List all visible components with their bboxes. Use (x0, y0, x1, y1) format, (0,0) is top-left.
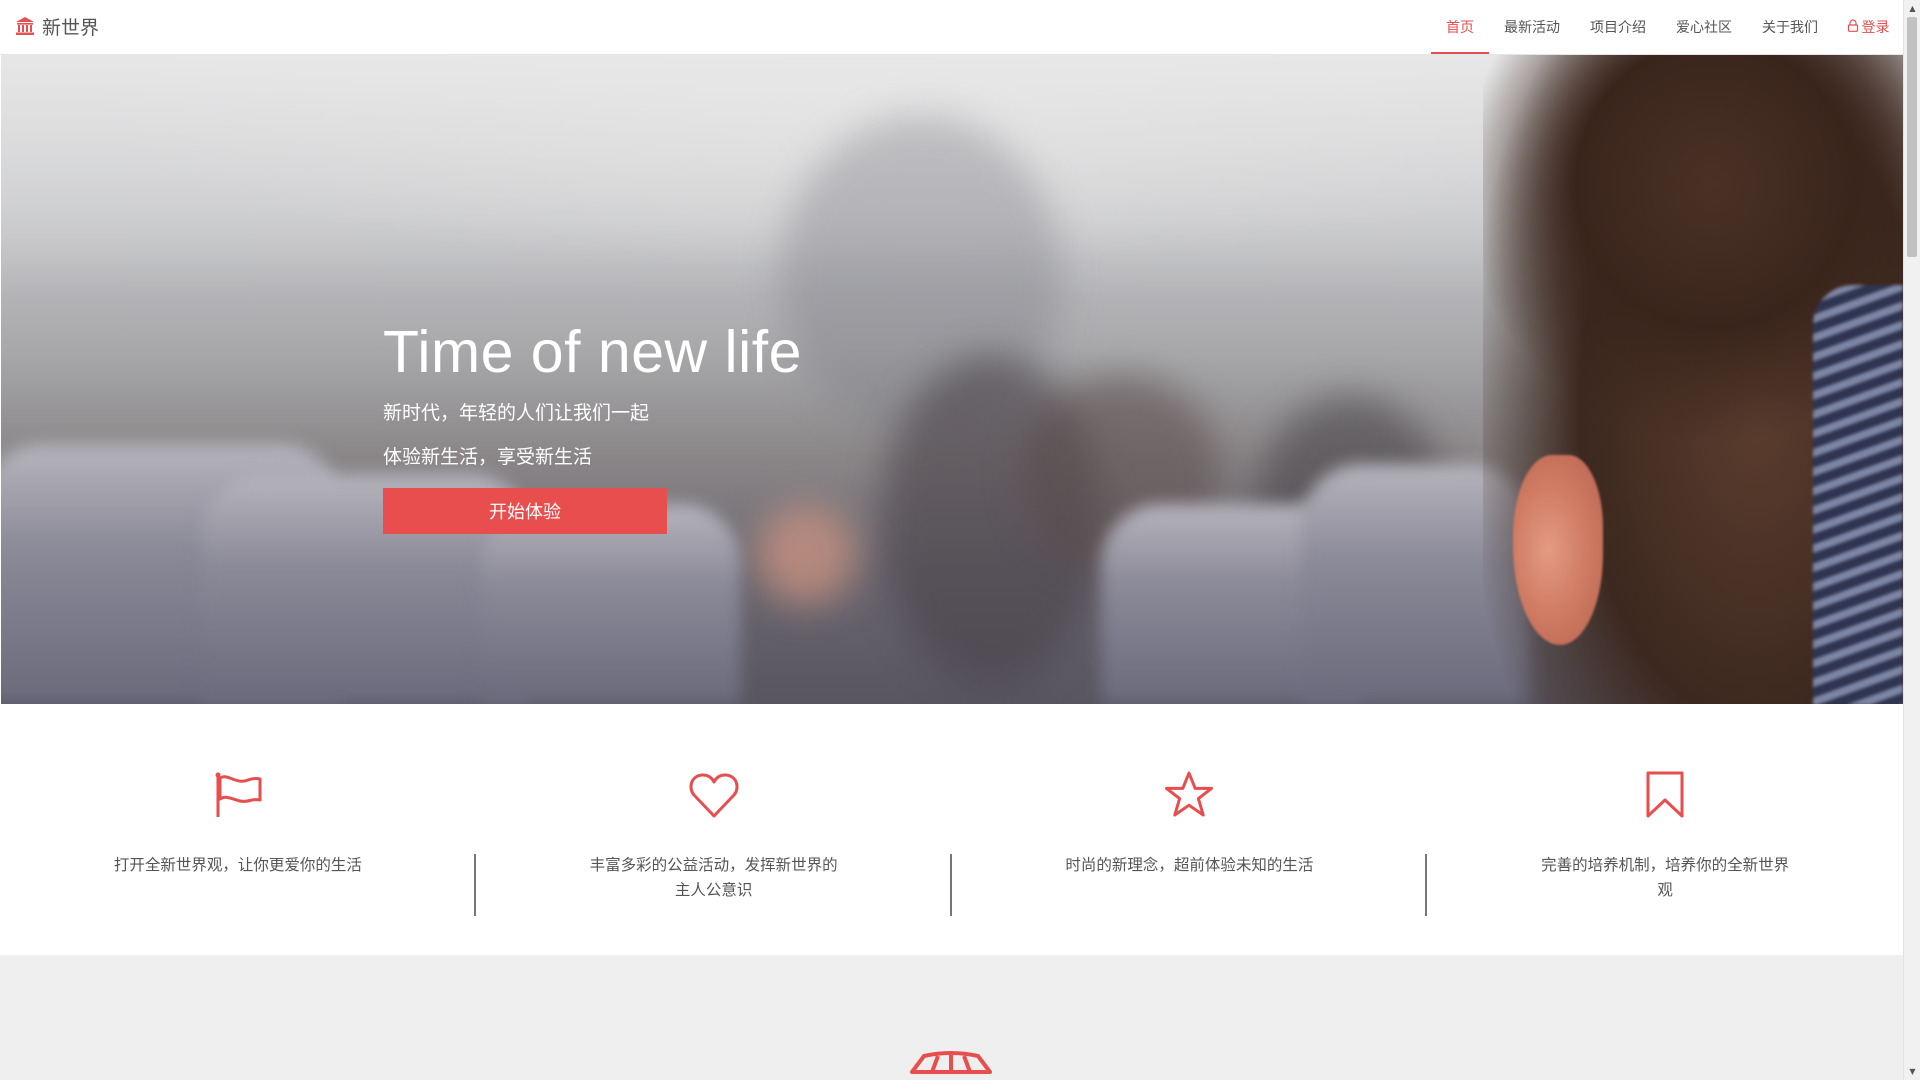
hero-subtitle-2: 体验新生活，享受新生活 (383, 445, 593, 468)
top-navbar: 新世界 首页 最新活动 项目介绍 爱心社区 关于我们 登录 (0, 0, 1903, 55)
scroll-up-icon[interactable]: ▲ (1904, 0, 1920, 17)
nav-item-home[interactable]: 首页 (1431, 0, 1489, 54)
feature-item: 打开全新世界观，让你更爱你的生活 (0, 704, 476, 955)
nav-item-projects[interactable]: 项目介绍 (1575, 0, 1661, 54)
scroll-down-icon[interactable]: ▼ (1904, 1063, 1920, 1080)
star-icon (1163, 769, 1215, 821)
feature-item: 完善的培养机制，培养你的全新世界观 (1427, 704, 1903, 955)
main-nav: 首页 最新活动 项目介绍 爱心社区 关于我们 登录 (1431, 0, 1903, 54)
hero-subtitle: 新时代，年轻的人们让我们一起 (383, 402, 650, 424)
lock-icon (1847, 18, 1859, 36)
brand-name: 新世界 (42, 16, 100, 39)
nav-item-community[interactable]: 爱心社区 (1661, 0, 1747, 54)
bookmark-icon (1639, 769, 1691, 821)
features-section: 打开全新世界观，让你更爱你的生活 丰富多彩的公益活动，发挥新世界的主人公意识 时… (0, 704, 1903, 955)
hero-background-ear (1513, 455, 1603, 645)
heart-icon (688, 769, 740, 821)
page-scrollbar[interactable]: ▲ ▼ (1903, 0, 1920, 1080)
feature-item: 时尚的新理念，超前体验未知的生活 (952, 704, 1428, 955)
scrollbar-thumb[interactable] (1907, 17, 1917, 257)
hero-background-seat (481, 504, 741, 704)
canopy-icon (910, 1050, 992, 1080)
bank-icon (15, 16, 35, 36)
hero-title: Time of new life (383, 319, 802, 385)
hero-content: Time of new life 新时代，年轻的人们让我们一起 体验新生活，享受… (383, 323, 802, 534)
feature-text: 时尚的新理念，超前体验未知的生活 (1065, 856, 1314, 874)
flag-icon (212, 769, 264, 821)
hero-background-seatback (1813, 285, 1903, 704)
lower-section (0, 955, 1903, 1080)
start-experience-button[interactable]: 开始体验 (383, 487, 667, 534)
feature-text: 丰富多彩的公益活动，发挥新世界的主人公意识 (589, 856, 838, 899)
nav-item-latest-events[interactable]: 最新活动 (1489, 0, 1575, 54)
login-button[interactable]: 登录 (1833, 0, 1903, 54)
feature-text: 打开全新世界观，让你更爱你的生活 (113, 856, 362, 874)
login-label: 登录 (1861, 20, 1890, 36)
feature-item: 丰富多彩的公益活动，发挥新世界的主人公意识 (476, 704, 952, 955)
hero-banner: Time of new life 新时代，年轻的人们让我们一起 体验新生活，享受… (1, 55, 1903, 704)
nav-item-about[interactable]: 关于我们 (1747, 0, 1833, 54)
feature-text: 完善的培养机制，培养你的全新世界观 (1541, 856, 1790, 899)
brand[interactable]: 新世界 (15, 0, 99, 52)
